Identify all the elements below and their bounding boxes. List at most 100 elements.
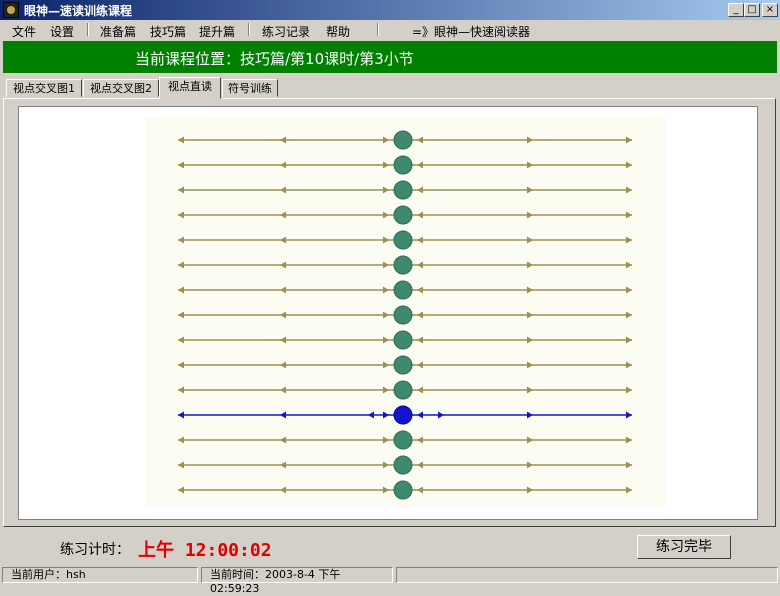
focus-dot [393,255,413,275]
arrow-right-end [626,461,632,469]
timer-label: 练习计时： [60,542,130,558]
menu-separator [377,23,379,36]
status-empty-pane [396,567,778,583]
arrow-left-end [178,336,184,344]
menu-preparation[interactable]: 准备篇 [100,23,136,40]
course-position-banner: 当前课程位置：技巧篇/第10课时/第3小节 [3,41,777,73]
arrow-right-end [626,486,632,494]
tab-symbol-training[interactable]: 符号训练 [222,79,278,97]
arrow-right-end [626,161,632,169]
menu-quick-reader[interactable]: =》眼神—快速阅读器 [412,23,530,40]
arrow-to-dot [383,286,389,294]
focus-dot [393,130,413,150]
arrow-left-end [178,386,184,394]
arrow-from-dot [417,461,423,469]
menu-file[interactable]: 文件 [12,23,36,40]
menu-separator [248,23,250,36]
arrow-right-end [626,386,632,394]
arrow-right-mid [527,486,533,494]
focus-dot [393,230,413,250]
arrow-left-end [178,436,184,444]
arrow-right-near [438,411,444,419]
arrow-right-mid [527,211,533,219]
menu-techniques[interactable]: 技巧篇 [150,23,186,40]
arrow-from-dot [417,211,423,219]
arrow-left-mid [280,261,286,269]
arrow-right-mid [527,236,533,244]
menu-separator [87,23,89,36]
status-bar: 当前用户：hsh 当前时间：2003-8-4 下午 02:59:23 [0,565,780,595]
focus-dot [393,305,413,325]
arrow-from-dot [417,411,423,419]
focus-dot [393,280,413,300]
arrow-to-dot [383,186,389,194]
minimize-button[interactable]: _ [728,3,744,17]
arrow-right-end [626,211,632,219]
arrow-right-mid [527,186,533,194]
arrow-left-mid [280,461,286,469]
maximize-button[interactable]: □ [744,3,760,17]
arrow-left-end [178,411,184,419]
focus-dot [393,180,413,200]
arrow-left-end [178,136,184,144]
arrow-to-dot [383,336,389,344]
arrow-from-dot [417,136,423,144]
arrow-right-end [626,311,632,319]
close-button[interactable]: × [762,3,778,17]
arrow-from-dot [417,311,423,319]
arrow-left-mid [280,386,286,394]
arrow-from-dot [417,386,423,394]
menu-practice-records[interactable]: 练习记录 [262,23,310,40]
arrow-left-mid [280,161,286,169]
arrow-from-dot [417,261,423,269]
arrow-left-mid [280,286,286,294]
focus-dot-active [393,405,413,425]
arrow-left-mid [280,236,286,244]
arrow-right-mid [527,286,533,294]
arrow-to-dot [383,236,389,244]
arrow-left-end [178,461,184,469]
arrow-to-dot [383,436,389,444]
arrow-right-mid [527,361,533,369]
focus-dot [393,355,413,375]
focus-dot [393,380,413,400]
arrow-right-end [626,261,632,269]
title-bar: 眼神—速读训练课程 _ □ × [0,0,780,20]
arrow-left-end [178,211,184,219]
arrow-right-mid [527,461,533,469]
tab-cross-chart-1[interactable]: 视点交叉图1 [6,79,82,97]
arrow-right-end [626,186,632,194]
menu-help[interactable]: 帮助 [326,23,350,40]
tab-direct-reading[interactable]: 视点直读 [159,77,221,99]
arrow-right-mid [527,386,533,394]
arrow-right-mid [527,161,533,169]
arrow-to-dot [383,386,389,394]
menu-settings[interactable]: 设置 [50,23,74,40]
status-user: 当前用户：hsh [2,567,198,583]
arrow-left-end [178,186,184,194]
menu-bar: 文件 设置 准备篇 技巧篇 提升篇 练习记录 帮助 =》眼神—快速阅读器 [0,20,780,39]
app-icon [3,2,19,18]
arrow-left-mid [280,136,286,144]
menu-advanced[interactable]: 提升篇 [199,23,235,40]
tab-cross-chart-2[interactable]: 视点交叉图2 [83,79,159,97]
arrow-right-end [626,411,632,419]
arrow-left-mid [280,211,286,219]
arrow-to-dot [383,161,389,169]
arrow-left-near [368,411,374,419]
finish-practice-button[interactable]: 练习完毕 [637,535,731,559]
arrow-from-dot [417,161,423,169]
arrow-left-end [178,361,184,369]
arrow-right-end [626,236,632,244]
course-position-text: 当前课程位置：技巧篇/第10课时/第3小节 [135,50,414,68]
arrow-to-dot [383,361,389,369]
arrow-left-mid [280,186,286,194]
focus-dot [393,430,413,450]
tab-strip: 视点交叉图1 视点交叉图2 视点直读 符号训练 [3,77,777,99]
arrow-to-dot [383,211,389,219]
arrow-from-dot [417,436,423,444]
arrow-right-end [626,286,632,294]
focus-dot [393,205,413,225]
arrow-left-mid [280,336,286,344]
arrow-to-dot [383,461,389,469]
